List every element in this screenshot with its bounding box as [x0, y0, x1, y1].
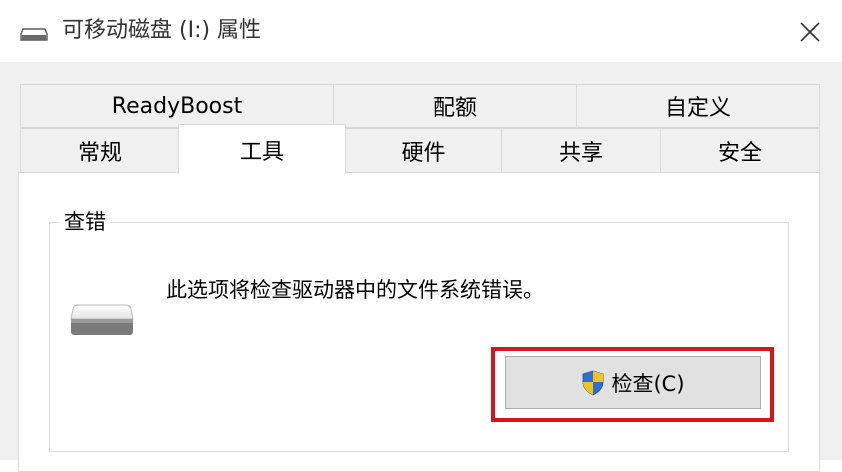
- tab-label: 共享: [558, 140, 603, 166]
- group-label: 查错: [60, 208, 110, 236]
- tab-label: 安全: [717, 140, 762, 166]
- tab-label: 自定义: [664, 96, 731, 121]
- drive-icon: [20, 28, 48, 41]
- tab-label: 工具: [239, 139, 284, 165]
- close-icon: [800, 22, 820, 42]
- properties-window: 可移动磁盘 (I:) 属性 ReadyBoost 配额 自定义 常规 工具 硬件…: [0, 0, 842, 472]
- tab-label: ReadyBoost: [111, 93, 243, 119]
- tab-security[interactable]: 安全: [660, 128, 820, 173]
- tab-hardware[interactable]: 硬件: [345, 128, 502, 173]
- title-bar: 可移动磁盘 (I:) 属性: [0, 0, 842, 62]
- window-title: 可移动磁盘 (I:) 属性: [62, 18, 262, 43]
- check-button-label: 检查(C): [611, 371, 685, 396]
- uac-shield-icon: [583, 370, 604, 395]
- tab-tools[interactable]: 工具: [178, 124, 346, 174]
- description-text: 此选项将检查驱动器中的文件系统错误。: [166, 278, 544, 302]
- close-button[interactable]: [790, 12, 830, 52]
- tab-general[interactable]: 常规: [20, 128, 180, 173]
- check-button[interactable]: 检查(C): [505, 356, 761, 409]
- tab-quota[interactable]: 配额: [333, 84, 577, 128]
- tab-label: 硬件: [401, 140, 446, 166]
- tab-customize[interactable]: 自定义: [576, 84, 820, 128]
- tab-sharing[interactable]: 共享: [501, 128, 661, 173]
- drive-icon: [70, 304, 134, 335]
- tab-readyboost[interactable]: ReadyBoost: [20, 84, 334, 128]
- tab-label: 常规: [77, 140, 122, 166]
- tab-label: 配额: [432, 96, 477, 121]
